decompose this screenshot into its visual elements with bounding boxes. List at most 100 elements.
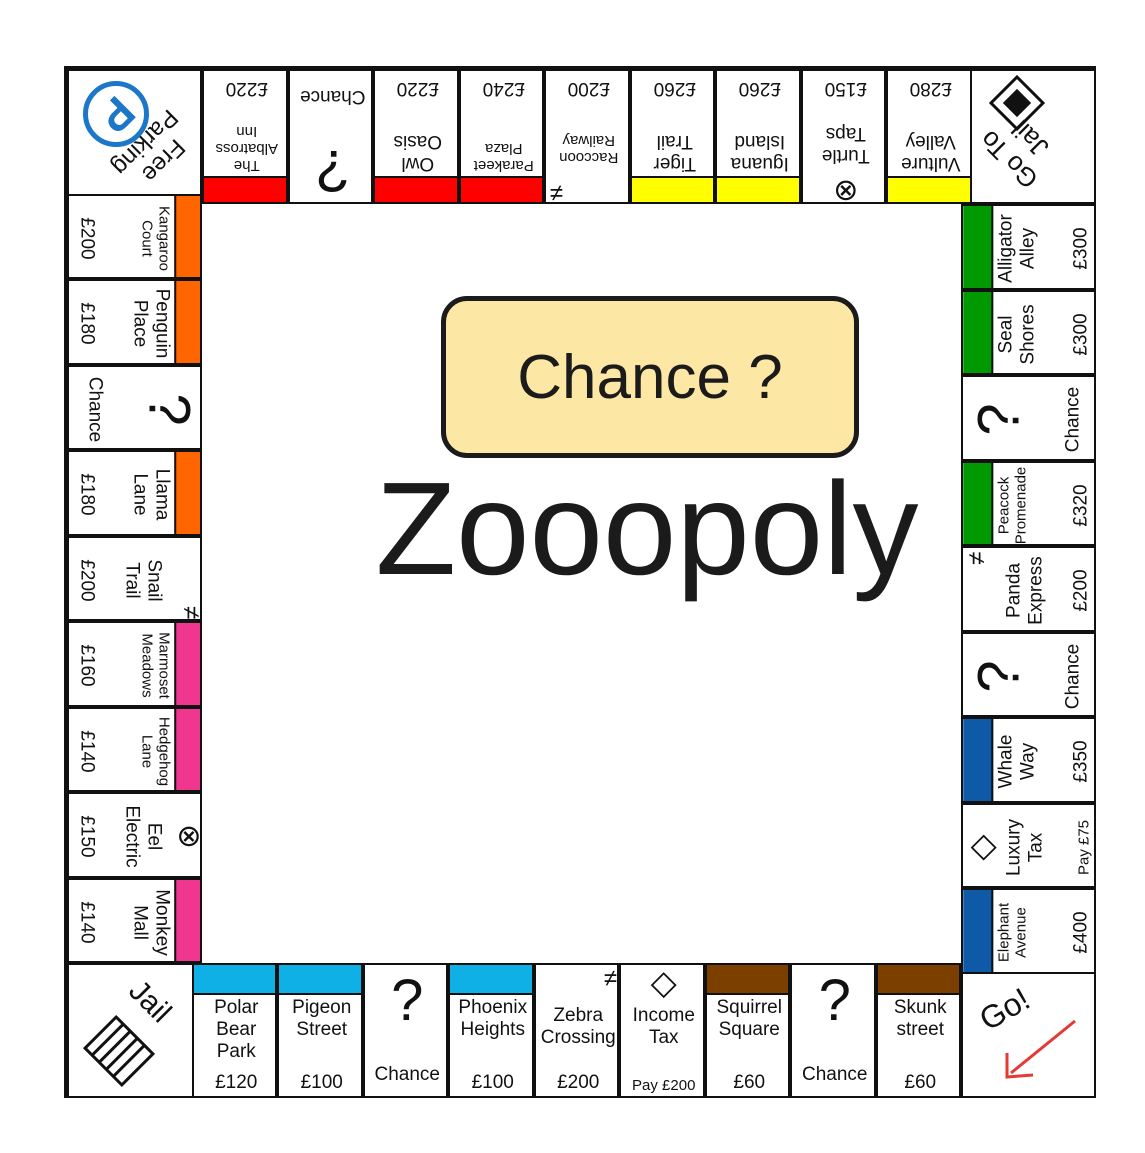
square-parakeet-plaza-top[interactable]: Parakeet Plaza £240 xyxy=(458,69,544,204)
property-price: £200 xyxy=(76,559,97,602)
color-band xyxy=(450,965,532,995)
question-mark-icon: ? xyxy=(966,403,1031,436)
square-content: Hedgehog Lane £140 xyxy=(69,708,200,791)
property-name: Alligator Alley xyxy=(995,214,1038,284)
property-name: Seal Shores xyxy=(995,304,1038,365)
color-band xyxy=(706,965,789,995)
utility-icon: ⊗ xyxy=(832,174,858,204)
square-polar-bear-park-bottom[interactable]: Polar Bear Park £120 xyxy=(191,963,277,1098)
property-price: £200 xyxy=(1070,569,1091,612)
square-elephant-avenue-right[interactable]: Elephant Avenue £400 xyxy=(961,888,1096,974)
square-the-albatross-inn-top[interactable]: The Albatross Inn £220 xyxy=(202,69,288,204)
square-iguana-island-top[interactable]: Iguana Island £260 xyxy=(715,69,801,204)
square-eel-electric-left[interactable]: ⊗ Eel Electric £150 xyxy=(67,792,202,878)
property-name: Monkey Mall xyxy=(129,888,172,956)
property-name: Marmoset Meadows xyxy=(138,632,172,700)
property-name: Squirrel Square xyxy=(716,997,782,1040)
square-pigeon-street-bottom[interactable]: Pigeon Street £100 xyxy=(277,963,363,1098)
square-snail-trail-left[interactable]: ≠ Snail Trail £200 xyxy=(67,535,202,621)
railway-icon: ≠ xyxy=(177,605,202,619)
property-price: Pay £75 xyxy=(1075,819,1092,875)
chance-label: Chance xyxy=(374,1064,441,1085)
square-turtle-taps-top[interactable]: ⊗ Turtle Taps £150 xyxy=(800,69,886,204)
square-kangaroo-court-left[interactable]: Kangaroo Court £200 xyxy=(67,193,202,279)
chance-card[interactable]: Chance ? xyxy=(441,296,859,458)
color-band xyxy=(877,965,960,995)
square-content: ≠ Snail Trail £200 xyxy=(69,538,202,620)
square-luxury-tax-right[interactable]: ◇ Luxury Tax Pay £75 xyxy=(961,802,1096,888)
square-content: Llama Lane £180 xyxy=(69,452,200,534)
property-name: Hedgehog Lane xyxy=(138,716,172,786)
question-mark-icon: ? xyxy=(966,660,1031,693)
property-price: £140 xyxy=(76,901,97,944)
corner-go[interactable]: Go! xyxy=(961,963,1096,1098)
square-seal-shores-right[interactable]: Seal Shores £300 xyxy=(961,289,1096,375)
question-mark-icon: ? xyxy=(818,968,851,1033)
square-chance-left[interactable]: ? Chance xyxy=(67,364,202,450)
square-chance-top[interactable]: ? Chance xyxy=(287,69,373,204)
square-content: The Albatross Inn £220 xyxy=(204,71,286,202)
color-band xyxy=(460,176,543,202)
property-price: £160 xyxy=(76,644,97,687)
property-price: £300 xyxy=(1070,313,1091,356)
property-price: £280 xyxy=(909,78,952,99)
property-price: £150 xyxy=(824,78,867,99)
property-price: £200 xyxy=(567,78,610,99)
property-name: Polar Bear Park xyxy=(214,997,259,1062)
property-name: Eel Electric xyxy=(121,805,164,868)
property-name: Elephant Avenue xyxy=(995,903,1029,963)
square-phoenix-heights-bottom[interactable]: Phoenix Heights £100 xyxy=(448,963,534,1098)
railway-icon: ≠ xyxy=(550,179,564,204)
color-band xyxy=(963,890,993,972)
square-income-tax-bottom[interactable]: ◇ Income Tax Pay £200 xyxy=(619,963,705,1098)
square-content: ? Chance xyxy=(792,965,874,1096)
color-band xyxy=(279,965,361,995)
square-llama-lane-left[interactable]: Llama Lane £180 xyxy=(67,450,202,536)
property-name: The Albatross Inn xyxy=(215,123,279,174)
square-marmoset-meadows-left[interactable]: Marmoset Meadows £160 xyxy=(67,621,202,707)
property-name: Llama Lane xyxy=(129,468,172,521)
square-content: Tiger Trail £260 xyxy=(631,71,714,202)
property-price: £240 xyxy=(482,78,525,99)
property-price: £60 xyxy=(733,1072,766,1093)
board-title: Zooopoly xyxy=(375,455,919,602)
property-name: Kangaroo Court xyxy=(138,205,172,271)
question-mark-icon: ? xyxy=(136,393,201,426)
corner-jail[interactable]: Jail xyxy=(67,963,202,1098)
square-alligator-alley-right[interactable]: Alligator Alley £300 xyxy=(961,204,1096,290)
square-monkey-mall-left[interactable]: Monkey Mall £140 xyxy=(67,877,202,963)
square-raccoon-railway-top[interactable]: ≠ Raccoon Railway £200 xyxy=(544,69,630,204)
square-skunk-street-bottom[interactable]: Skunk street £60 xyxy=(875,963,961,1098)
square-chance-right[interactable]: ? Chance xyxy=(961,631,1096,717)
property-price: £100 xyxy=(300,1072,343,1093)
color-band xyxy=(174,623,200,705)
square-owl-oasis-top[interactable]: Owl Oasis £220 xyxy=(373,69,459,204)
property-price: £320 xyxy=(1070,484,1091,527)
utility-icon: ⊗ xyxy=(172,824,202,850)
color-band xyxy=(963,291,993,374)
square-whale-way-right[interactable]: Whale Way £350 xyxy=(961,717,1096,803)
property-name: Snail Trail xyxy=(121,559,164,602)
square-tiger-trail-top[interactable]: Tiger Trail £260 xyxy=(629,69,715,204)
property-name: Income Tax xyxy=(632,1005,695,1048)
square-content: ⊗ Turtle Taps £150 xyxy=(803,71,885,204)
square-chance-right[interactable]: ? Chance xyxy=(961,375,1096,461)
corner-free-parking[interactable]: P Free Parking xyxy=(67,69,202,204)
square-chance-bottom[interactable]: ? Chance xyxy=(362,963,448,1098)
property-name: Parakeet Plaza xyxy=(473,140,534,174)
square-squirrel-square-bottom[interactable]: Squirrel Square £60 xyxy=(704,963,790,1098)
square-chance-bottom[interactable]: ? Chance xyxy=(790,963,876,1098)
square-content: Pigeon Street £100 xyxy=(279,965,361,1096)
corner-go-to-jail[interactable]: Go To Jail xyxy=(961,69,1096,204)
property-name: Phoenix Heights xyxy=(458,997,528,1040)
property-name: Penguin Place xyxy=(129,288,172,359)
square-vulture-valley-top[interactable]: Vulture Valley £280 xyxy=(886,69,972,204)
square-penguin-place-left[interactable]: Penguin Place £180 xyxy=(67,279,202,365)
square-hedgehog-lane-left[interactable]: Hedgehog Lane £140 xyxy=(67,706,202,792)
property-name: Vulture Valley xyxy=(901,131,961,174)
square-content: ? Chance xyxy=(963,634,1094,716)
property-name: Luxury Tax xyxy=(1003,818,1046,876)
chance-label: Chance xyxy=(299,86,366,107)
color-band xyxy=(204,176,286,202)
square-zebra-crossing-bottom[interactable]: ≠ Zebra Crossing £200 xyxy=(533,963,619,1098)
